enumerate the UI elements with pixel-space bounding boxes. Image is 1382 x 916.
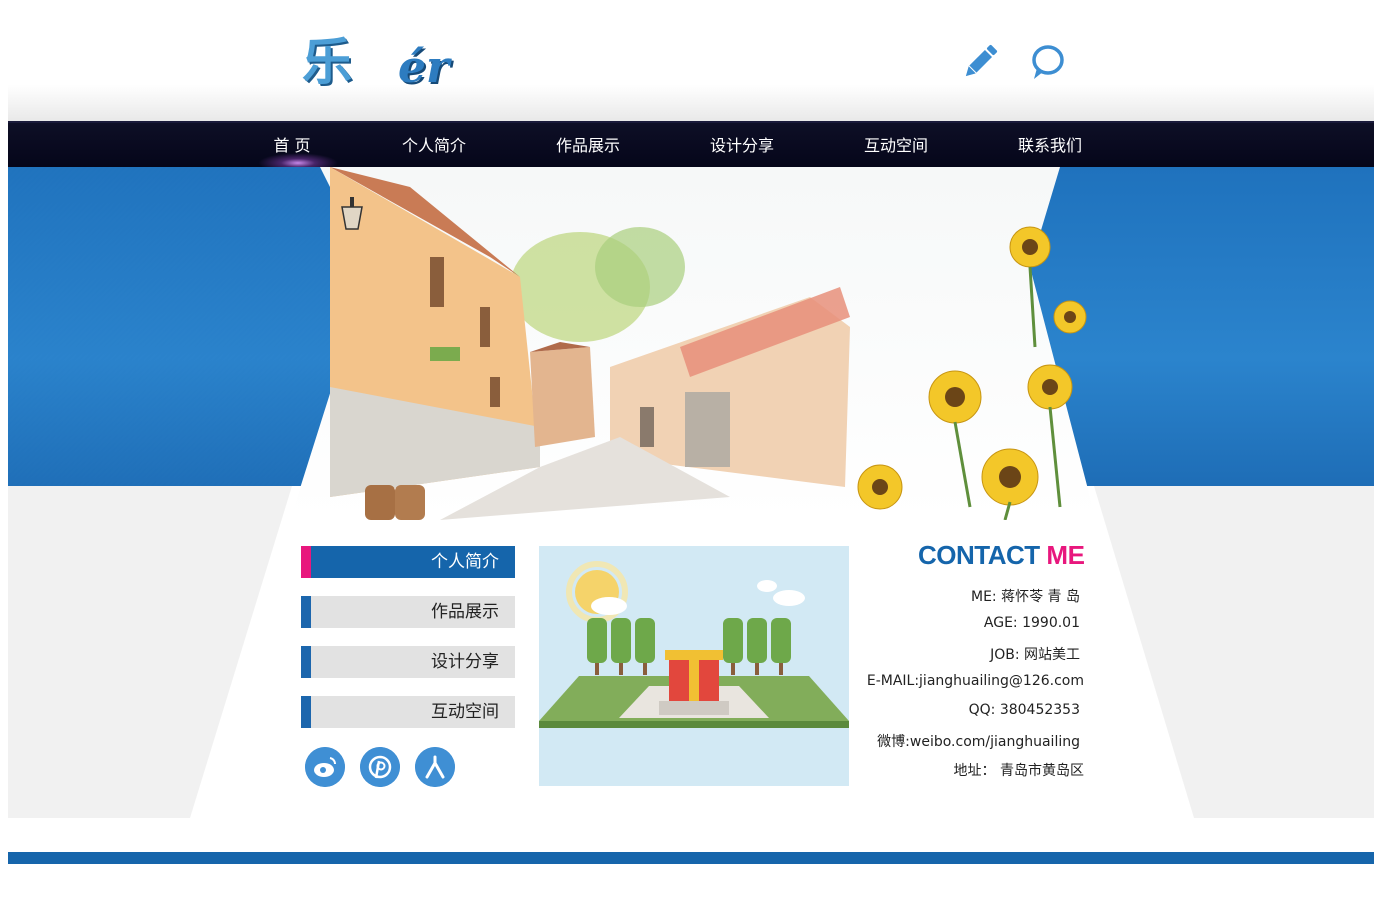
side-menu-label: 互动空间 xyxy=(311,696,515,728)
contact-job: JOB: 网站美工 xyxy=(990,647,1080,663)
side-menu-label: 设计分享 xyxy=(311,646,515,678)
contact-title: CONTACT ME xyxy=(918,540,1085,571)
contact-title-part1: CONTACT xyxy=(918,540,1040,570)
side-menu-label: 个人简介 xyxy=(311,546,515,578)
side-menu-marker xyxy=(301,646,311,678)
footer-bar xyxy=(8,852,1374,864)
contact-address: 地址： 青岛市黄岛区 xyxy=(953,763,1084,779)
pinterest-icon[interactable] xyxy=(360,747,400,787)
side-menu-works[interactable]: 作品展示 xyxy=(301,596,515,628)
side-menu-label: 作品展示 xyxy=(311,596,515,628)
side-menu-profile[interactable]: 个人简介 xyxy=(301,546,515,578)
weibo-icon[interactable] xyxy=(305,747,345,787)
contact-age: AGE: 1990.01 xyxy=(983,615,1080,631)
side-menu-marker xyxy=(301,696,311,728)
side-menu-marker xyxy=(301,546,311,578)
side-menu-marker xyxy=(301,596,311,628)
contact-name: ME: 蒋怀苓 青 岛 xyxy=(971,589,1080,605)
town-illustration xyxy=(539,546,849,786)
banner-illustration xyxy=(290,167,1096,520)
renren-icon[interactable] xyxy=(415,747,455,787)
side-menu-design-share[interactable]: 设计分享 xyxy=(301,646,515,678)
contact-email[interactable]: E-MAIL:jianghuailing@126.com xyxy=(867,673,1084,689)
side-menu-interactive[interactable]: 互动空间 xyxy=(301,696,515,728)
contact-title-part2: ME xyxy=(1046,540,1085,570)
contact-qq: QQ: 380452353 xyxy=(968,702,1080,718)
page: 乐 ér 首 页 个人简介 作品展示 设计分享 互动空间 联系我们 个人简介 作… xyxy=(0,0,1382,916)
contact-weibo[interactable]: 微博:weibo.com/jianghuailing xyxy=(877,731,1080,751)
